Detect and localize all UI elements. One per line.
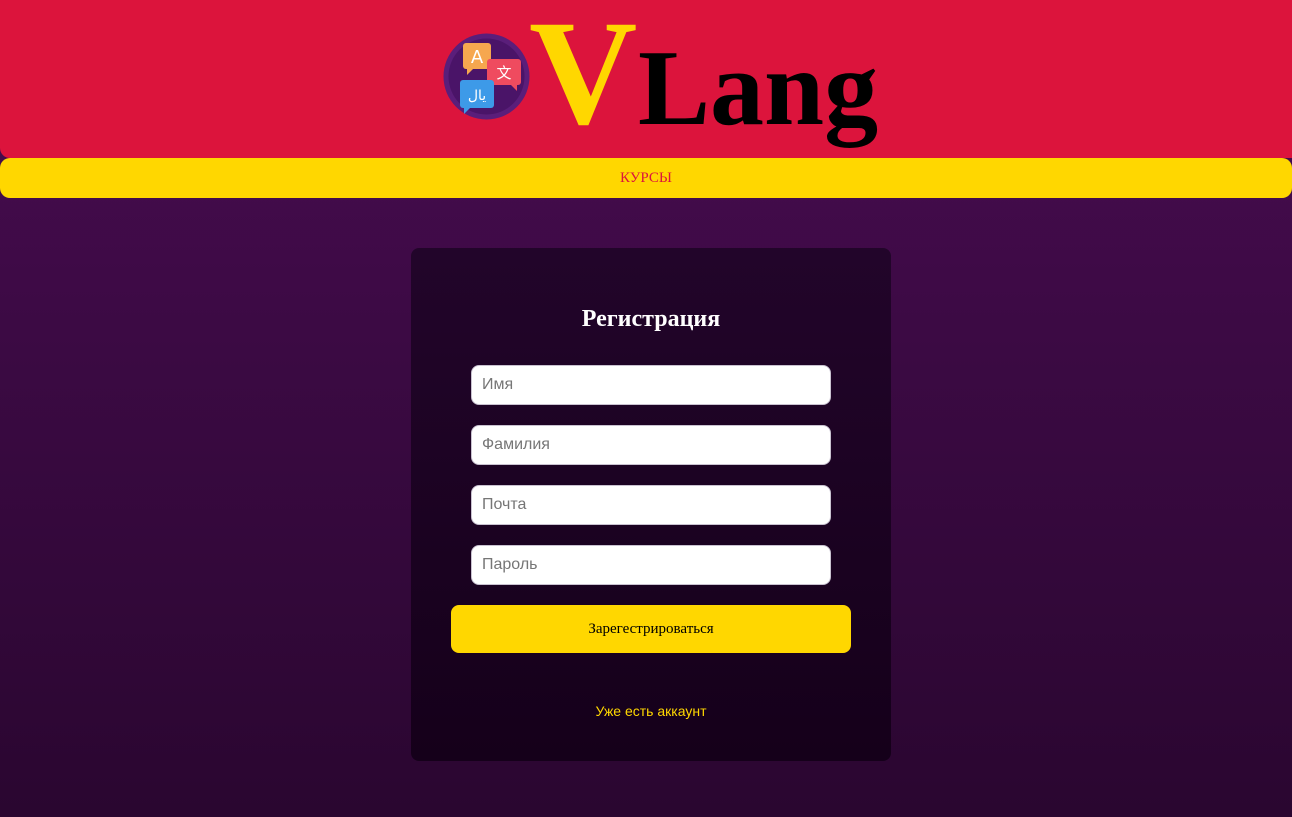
top-nav: КУРСЫ [0,158,1292,198]
last-name-input[interactable] [471,425,831,465]
logo-lang-text: Lang [638,29,879,148]
form-title: Регистрация [581,306,721,332]
chinese-glyph: 文 [496,64,511,82]
nav-link-courses[interactable]: КУРСЫ [620,170,672,187]
registration-card: Регистрация Зарегестрироваться Уже есть … [411,248,891,761]
email-input[interactable] [471,485,831,525]
already-have-account-link[interactable]: Уже есть аккаунт [411,703,891,719]
register-button[interactable]: Зарегестрироваться [451,605,851,653]
arabic-glyph: يال [468,88,486,104]
logo-v-letter: V [529,0,638,156]
translate-logo-icon: A 文 يال [443,33,530,120]
site-header: A 文 يال V Lang [0,0,1292,158]
site-logo[interactable]: A 文 يال V Lang [441,0,878,159]
first-name-input[interactable] [471,365,831,405]
password-input[interactable] [471,545,831,585]
latin-glyph: A [471,47,484,68]
